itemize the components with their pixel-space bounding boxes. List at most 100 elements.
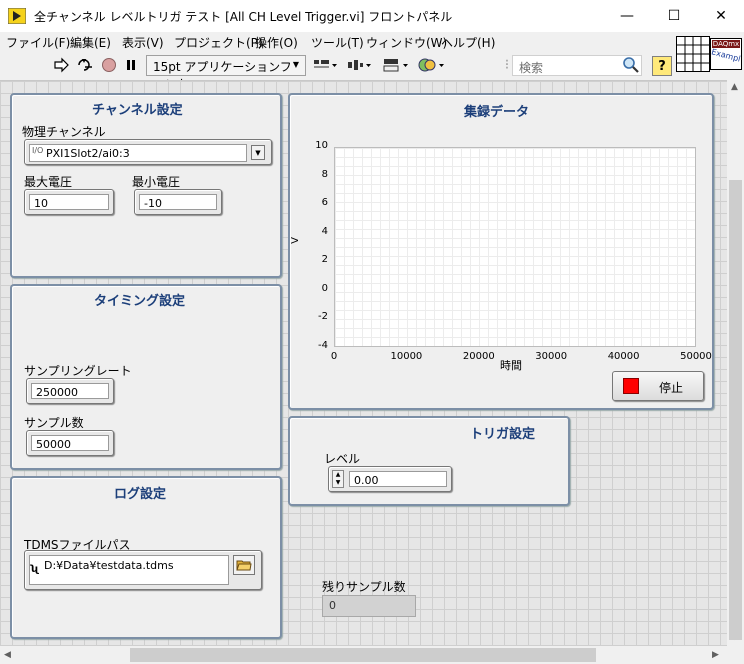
sample-rate-value[interactable]: 250000	[31, 383, 109, 399]
physical-channel-value: PXI1Slot2/ai0:3	[46, 147, 130, 160]
scroll-right-icon[interactable]: ▶	[712, 650, 719, 660]
menu-help[interactable]: ヘルプ(H)	[441, 34, 495, 51]
horizontal-scroll-thumb[interactable]	[130, 648, 596, 662]
y-tick-label: -4	[318, 340, 328, 351]
channel-settings-title: チャンネル設定	[92, 103, 183, 118]
maximize-button[interactable]: ☐	[651, 0, 697, 32]
menu-bar: ファイル(F) 編集(E) 表示(V) プロジェクト(P) 操作(O) ツール(…	[0, 32, 744, 52]
plot-area[interactable]	[334, 147, 696, 347]
distribute-objects-icon[interactable]	[346, 56, 372, 74]
run-continuously-icon[interactable]	[76, 56, 94, 74]
max-voltage-value[interactable]: 10	[29, 194, 109, 210]
tdms-path-value: D:¥Data¥testdata.tdms	[44, 559, 174, 572]
y-tick-label: -2	[318, 311, 328, 323]
trigger-settings-title: トリガ設定	[470, 427, 536, 442]
level-label: レベル	[324, 452, 361, 466]
increment-arrow-icon[interactable]: ▲	[333, 471, 343, 479]
x-tick-label: 40000	[607, 351, 640, 362]
menu-operate[interactable]: 操作(O)	[255, 34, 298, 51]
chevron-down-icon: ▼	[292, 60, 299, 69]
physical-channel-label: 物理チャンネル	[22, 125, 106, 139]
menu-window[interactable]: ウィンドウ(W)	[366, 34, 447, 51]
x-tick-label: 0	[330, 351, 338, 362]
level-value[interactable]: 0.00	[349, 471, 447, 487]
toolbar: 15pt アプリケーションフォント ▼ ⁝ 検索 ?	[0, 52, 676, 91]
stop-label: 停止	[659, 381, 684, 395]
front-panel-canvas: チャンネル設定 物理チャンネル I/O PXI1Slot2/ai0:3 ▼ 最大…	[0, 80, 727, 646]
physical-channel-dropdown-button[interactable]: ▼	[251, 145, 265, 160]
folder-icon	[236, 560, 252, 571]
max-voltage-control[interactable]: 10	[24, 189, 114, 215]
io-name-icon: I/O	[32, 146, 44, 155]
labview-vi-icon[interactable]	[7, 7, 27, 25]
samples-label: サンプル数	[24, 416, 84, 430]
x-tick-label: 50000	[680, 351, 712, 362]
font-select[interactable]: 15pt アプリケーションフォント ▼	[146, 55, 306, 91]
menu-tools[interactable]: ツール(T)	[311, 34, 364, 51]
sample-rate-label: サンプリングレート	[24, 364, 132, 378]
y-tick-label: 8	[321, 168, 328, 180]
y-tick-label: 6	[321, 197, 328, 209]
window-title: 全チャンネル レベルトリガ テスト [All CH Level Trigger.…	[34, 10, 453, 24]
x-tick-label: 10000	[390, 351, 423, 362]
x-tick-label: 20000	[462, 351, 495, 362]
max-voltage-label: 最大電圧	[24, 175, 73, 189]
scroll-left-icon[interactable]: ◀	[4, 650, 11, 660]
toolbar-separator: ⁝	[504, 57, 510, 73]
context-help-button[interactable]: ?	[652, 56, 672, 76]
reorder-icon[interactable]	[418, 56, 446, 74]
vi-icon[interactable]: DAQmx Exampl	[710, 38, 742, 70]
graph-title: 集録データ	[464, 105, 530, 120]
menu-file[interactable]: ファイル(F)	[6, 34, 70, 51]
vertical-scroll-thumb[interactable]	[729, 180, 742, 640]
timing-settings-cluster: タイミング設定 サンプリングレート 250000 サンプル数 50000	[10, 284, 282, 470]
samples-control[interactable]: 50000	[26, 430, 114, 456]
y-tick-label: 0	[321, 282, 328, 294]
channel-settings-cluster: チャンネル設定 物理チャンネル I/O PXI1Slot2/ai0:3 ▼ 最大…	[10, 93, 282, 278]
y-tick-label: 2	[321, 254, 328, 266]
path-tree-icon: ʯ	[31, 564, 39, 575]
search-icon[interactable]	[622, 56, 640, 74]
min-voltage-value[interactable]: -10	[139, 194, 217, 210]
physical-channel-control[interactable]: I/O PXI1Slot2/ai0:3 ▼	[24, 139, 272, 165]
remaining-samples-label: 残りサンプル数	[322, 580, 406, 594]
physical-channel-field[interactable]: I/O PXI1Slot2/ai0:3	[29, 144, 247, 162]
menu-edit[interactable]: 編集(E)	[70, 34, 111, 51]
stop-indicator-icon	[623, 378, 639, 394]
resize-objects-icon[interactable]	[382, 56, 410, 74]
trigger-settings-cluster: トリガ設定 レベル ▲ ▼ 0.00	[288, 416, 570, 506]
min-voltage-label: 最小電圧	[132, 175, 181, 189]
samples-value[interactable]: 50000	[31, 435, 109, 451]
tdms-path-control[interactable]: ʯ D:¥Data¥testdata.tdms	[24, 550, 262, 590]
sample-rate-control[interactable]: 250000	[26, 378, 114, 404]
menu-view[interactable]: 表示(V)	[122, 34, 164, 51]
pause-icon[interactable]	[122, 56, 140, 74]
abort-icon[interactable]	[100, 56, 118, 74]
tdms-path-field[interactable]: ʯ D:¥Data¥testdata.tdms	[29, 555, 229, 585]
menu-project[interactable]: プロジェクト(P)	[174, 34, 263, 51]
chevron-down-icon: ▼	[255, 148, 261, 157]
timing-settings-title: タイミング設定	[94, 294, 186, 309]
vi-icon-example-label: Exampl	[710, 47, 742, 64]
min-voltage-control[interactable]: -10	[134, 189, 222, 215]
y-tick-label: 4	[321, 225, 328, 237]
align-objects-icon[interactable]	[312, 56, 338, 74]
close-button[interactable]: ✕	[698, 0, 744, 32]
decrement-arrow-icon[interactable]: ▼	[333, 479, 343, 487]
acquired-data-cluster: 集録データ 10 8 6 4 2 0 -2 -4 0 10000 20000 30000 40000 5…	[288, 93, 714, 410]
log-settings-cluster: ログ設定 TDMSファイルパス ʯ D:¥Data¥testdata.tdms	[10, 476, 282, 639]
log-settings-title: ログ設定	[114, 487, 167, 502]
browse-button[interactable]	[233, 555, 255, 575]
y-tick-label: 10	[315, 140, 328, 151]
level-control[interactable]: ▲ ▼ 0.00	[328, 466, 452, 492]
stop-button[interactable]: 停止	[612, 371, 704, 401]
x-axis-label: 時間	[500, 359, 522, 372]
y-axis-label: V	[289, 237, 301, 244]
minimize-button[interactable]: —	[604, 0, 650, 32]
level-stepper[interactable]: ▲ ▼	[332, 470, 344, 488]
scroll-up-icon[interactable]: ▲	[731, 82, 738, 92]
title-bar: 全チャンネル レベルトリガ テスト [All CH Level Trigger.…	[0, 0, 744, 32]
run-arrow-icon[interactable]	[52, 56, 70, 74]
connector-pane-icon[interactable]	[676, 36, 710, 72]
x-tick-label: 30000	[535, 351, 568, 362]
